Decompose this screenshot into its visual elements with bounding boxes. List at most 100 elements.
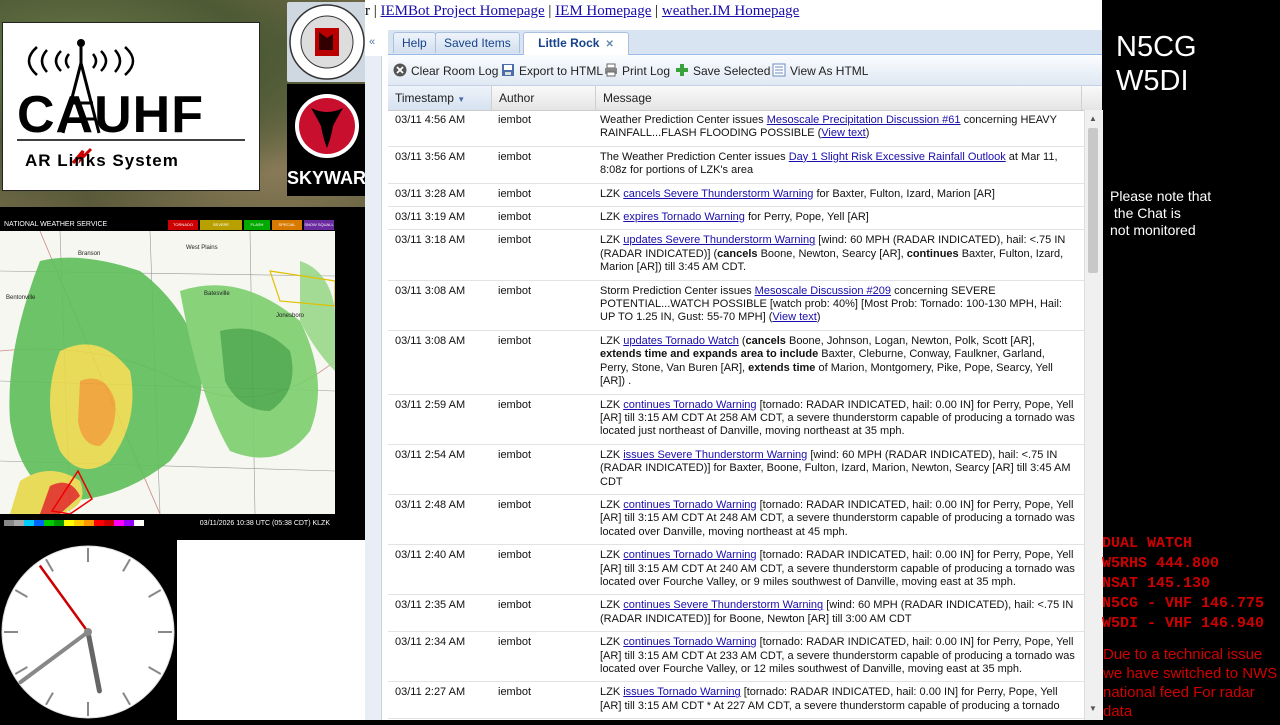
log-grid-body: 03/11 4:56 AM iembot Weather Prediction Ce… (388, 110, 1084, 720)
iem-homepage-link[interactable]: IEM Homepage (555, 3, 651, 19)
row-message: LZK continues Tornado Warning [tornado: … (600, 395, 1084, 444)
save-selected-button[interactable]: Save Selected (675, 63, 770, 78)
row-timestamp: 03/11 2:35 AM (395, 599, 466, 612)
table-row[interactable]: 03/11 3:08 AM iembot LZK updates Tornado W… (388, 331, 1084, 395)
aren-links-wordmark: AR Links System (25, 151, 179, 170)
row-message: LZK expires Tornado Warning for Perry, P… (600, 207, 1084, 229)
scroll-thumb[interactable] (1088, 128, 1098, 273)
iembot-homepage-link[interactable]: IEMBot Project Homepage (381, 3, 545, 19)
message-link[interactable]: Mesoscale Precipitation Discussion #61 (767, 114, 961, 126)
table-row[interactable]: 03/11 2:54 AM iembot LZK issues Severe Thu… (388, 445, 1084, 495)
table-row[interactable]: 03/11 3:28 AM iembot LZK cancels Severe Th… (388, 184, 1084, 208)
table-row[interactable]: 03/11 2:35 AM iembot LZK continues Severe … (388, 595, 1084, 633)
column-header-label: Message (603, 91, 652, 105)
tab-help[interactable]: Help (393, 32, 436, 53)
table-row[interactable]: 03/11 3:18 AM iembot LZK updates Severe Th… (388, 230, 1084, 281)
message-link[interactable]: continues Tornado Warning (623, 636, 756, 648)
view-text-link[interactable]: View text (772, 311, 816, 323)
table-row[interactable]: 03/11 2:34 AM iembot LZK continues Tornado… (388, 632, 1084, 683)
row-message: LZK continues Tornado Warning [tornado: … (600, 545, 1084, 594)
row-author: iembot (498, 636, 532, 649)
link-separator: | (655, 3, 662, 19)
table-row[interactable]: 03/11 2:40 AM iembot LZK continues Tornado… (388, 545, 1084, 596)
message-link[interactable]: updates Tornado Watch (623, 335, 739, 347)
column-header-label: Author (499, 91, 535, 105)
row-message: LZK updates Tornado Watch (cancels Boone… (600, 331, 1084, 394)
radar-footer: 03/11/2026 10:38 UTC (05:38 CDT) KLZK (0, 514, 335, 534)
export-to-html-button[interactable]: Export to HTML (501, 63, 603, 78)
button-label: Save Selected (693, 64, 771, 78)
tab-label: Saved Items (444, 36, 511, 50)
clear-room-log-button[interactable]: Clear Room Log (393, 63, 498, 78)
view-as-html-button[interactable]: View As HTML (772, 63, 868, 78)
view-text-link[interactable]: View text (821, 127, 865, 139)
message-text: The Weather Prediction Center issues (600, 150, 789, 163)
row-author: iembot (498, 498, 532, 511)
row-timestamp: 03/11 2:54 AM (395, 448, 466, 461)
message-link[interactable]: issues Tornado Warning (623, 686, 740, 698)
message-link[interactable]: expires Tornado Warning (623, 211, 745, 223)
message-bold: cancels (717, 247, 758, 260)
table-row[interactable]: 03/11 2:27 AM iembot LZK issues Tornado Wa… (388, 682, 1084, 720)
row-timestamp: 03/11 3:18 AM (395, 234, 466, 247)
radar-timestamp: 03/11/2026 10:38 UTC (05:38 CDT) KLZK (199, 520, 330, 527)
dual-watch-line: W5RHS 444.800 (1102, 555, 1220, 572)
column-header-label: Timestamp (395, 91, 454, 105)
tab-little-rock[interactable]: Little Rock ✕ (523, 32, 629, 55)
column-header-author[interactable]: Author (492, 86, 596, 110)
tab-close-icon[interactable]: ✕ (605, 39, 613, 50)
tab-saved-items[interactable]: Saved Items (435, 32, 520, 53)
row-timestamp: 03/11 2:40 AM (395, 549, 466, 562)
dual-watch-line: NSAT 145.130 (1102, 575, 1211, 592)
button-label: Clear Room Log (411, 64, 499, 78)
message-link[interactable]: updates Severe Thunderstorm Warning (623, 234, 815, 246)
message-text: Boone, Johnson, Logan, Newton, Polk, Sco… (785, 334, 1035, 347)
message-bold: continues (906, 247, 959, 260)
print-log-button[interactable]: Print Log (604, 63, 670, 78)
collapse-panel-button[interactable]: « (365, 36, 379, 54)
button-label: Print Log (622, 64, 671, 78)
row-author: iembot (498, 211, 532, 224)
message-text: LZK (600, 498, 624, 511)
chat-not-monitored-note: Please note that the Chat is not monitor… (1110, 188, 1212, 238)
row-author: iembot (498, 284, 532, 297)
row-message: LZK issues Severe Thunderstorm Warning [… (600, 445, 1084, 494)
message-link[interactable]: continues Tornado Warning (623, 499, 756, 511)
column-header-timestamp[interactable]: Timestamp ▼ (388, 86, 492, 110)
column-header-message[interactable]: Message (596, 86, 1082, 110)
left-collapsed-pane (365, 56, 382, 720)
add-icon (676, 64, 688, 76)
table-row[interactable]: 03/11 2:48 AM iembot LZK continues Tornado… (388, 495, 1084, 546)
message-link[interactable]: continues Tornado Warning (623, 549, 756, 561)
message-link[interactable]: Mesoscale Discussion #209 (755, 285, 891, 297)
row-timestamp: 03/11 4:56 AM (395, 114, 466, 126)
scroll-up-arrow-icon[interactable]: ▲ (1089, 114, 1097, 123)
message-text: LZK (600, 187, 624, 200)
row-timestamp: 03/11 3:56 AM (395, 150, 466, 163)
legend-snow-squall: SNOW SQUALL (304, 220, 334, 230)
message-text: ) (865, 127, 870, 140)
message-link[interactable]: Day 1 Slight Risk Excessive Rainfall Out… (789, 151, 1006, 163)
analog-clock (0, 540, 177, 720)
city-label: Bentonville (6, 295, 36, 301)
table-row[interactable]: 03/11 3:56 AM iembot The Weather Predictio… (388, 147, 1084, 184)
row-timestamp: 03/11 3:08 AM (395, 284, 466, 297)
scroll-down-arrow-icon[interactable]: ▼ (1089, 704, 1097, 713)
row-author: iembot (498, 398, 532, 411)
row-message: Storm Prediction Center issues Mesoscale… (600, 281, 1084, 330)
city-label: Branson (78, 251, 101, 257)
table-row[interactable]: 03/11 4:56 AM iembot Weather Prediction Ce… (388, 110, 1084, 147)
log-scrollbar[interactable]: ▲ ▼ (1084, 110, 1103, 720)
weather-im-homepage-link[interactable]: weather.IM Homepage (662, 3, 799, 19)
message-link[interactable]: issues Severe Thunderstorm Warning (623, 449, 807, 461)
export-icon (502, 64, 514, 76)
message-link[interactable]: continues Tornado Warning (623, 399, 756, 411)
table-row[interactable]: 03/11 3:08 AM iembot Storm Prediction Cent… (388, 281, 1084, 331)
message-text: Boone, Newton, Searcy [AR], (757, 247, 907, 260)
table-row[interactable]: 03/11 3:19 AM iembot LZK expires Tornado W… (388, 207, 1084, 231)
table-row[interactable]: 03/11 2:59 AM iembot LZK continues Tornado… (388, 395, 1084, 445)
row-message: LZK continues Severe Thunderstorm Warnin… (600, 595, 1084, 631)
message-link[interactable]: cancels Severe Thunderstorm Warning (623, 188, 813, 200)
message-text: LZK (600, 211, 624, 224)
message-link[interactable]: continues Severe Thunderstorm Warning (623, 599, 823, 611)
